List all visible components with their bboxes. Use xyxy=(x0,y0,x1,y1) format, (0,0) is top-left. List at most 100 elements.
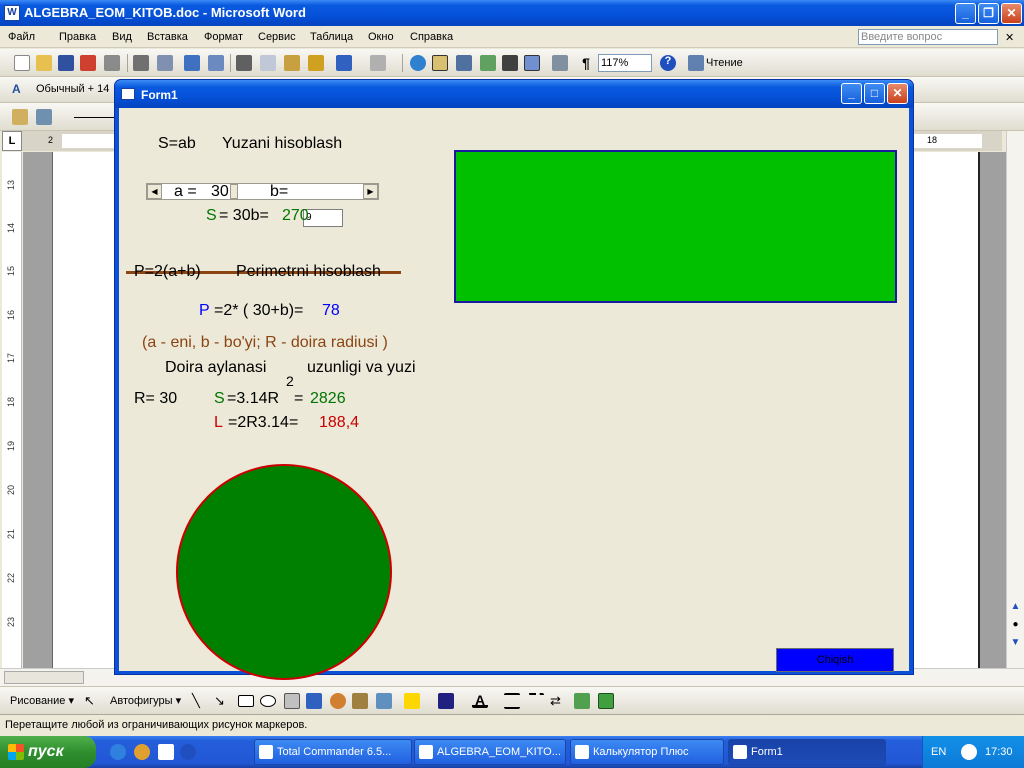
cut-icon[interactable] xyxy=(236,55,252,71)
task-total-commander[interactable]: Total Commander 6.5... xyxy=(254,739,412,765)
scroll-left-icon[interactable]: ◀ xyxy=(147,184,162,199)
task-word[interactable]: ALGEBRA_EOM_KITO... xyxy=(414,739,566,765)
media-icon[interactable] xyxy=(180,744,196,760)
task-form1[interactable]: Form1 xyxy=(728,739,886,765)
tab-selector[interactable]: L xyxy=(2,131,22,151)
styles-icon[interactable]: A xyxy=(12,82,28,98)
autoshapes-menu-button[interactable]: Автофигуры ▾ xyxy=(110,694,181,707)
diagram-icon[interactable] xyxy=(330,693,346,709)
reading-label[interactable]: Чтение xyxy=(706,57,743,69)
word-restore-button[interactable]: ❐ xyxy=(978,3,999,24)
menu-insert[interactable]: Вставка xyxy=(147,31,188,43)
insert-excel-icon[interactable] xyxy=(480,55,496,71)
copy-icon[interactable] xyxy=(260,55,276,71)
document-map-icon[interactable] xyxy=(552,55,568,71)
menu-edit[interactable]: Правка xyxy=(59,31,96,43)
menu-table[interactable]: Таблица xyxy=(310,31,353,43)
language-indicator[interactable]: EN xyxy=(931,746,946,758)
dash-style-icon[interactable] xyxy=(528,693,544,709)
browse-object-icon[interactable]: ● xyxy=(1009,619,1022,633)
start-button[interactable]: пуск xyxy=(0,736,96,768)
review-icon[interactable] xyxy=(36,109,52,125)
line-style-preview[interactable] xyxy=(74,117,114,118)
research-icon[interactable] xyxy=(208,55,224,71)
reading-icon[interactable] xyxy=(688,55,704,71)
l-expression: =2R3.14= xyxy=(228,414,299,431)
style-combo[interactable]: Обычный + 14 xyxy=(36,83,109,95)
view-buttons[interactable] xyxy=(4,671,84,684)
help-icon[interactable]: ? xyxy=(660,55,676,71)
tray-icon[interactable] xyxy=(961,744,977,760)
ie-icon[interactable] xyxy=(110,744,126,760)
print-preview-icon[interactable] xyxy=(157,55,173,71)
format-painter-icon[interactable] xyxy=(308,55,324,71)
menu-tools[interactable]: Сервис xyxy=(258,31,296,43)
new-document-icon[interactable] xyxy=(14,55,30,71)
taskbar: пуск Total Commander 6.5... ALGEBRA_EOM_… xyxy=(0,736,1024,768)
form1-close-button[interactable]: ✕ xyxy=(887,83,908,104)
oval-icon[interactable] xyxy=(260,695,276,707)
form1-minimize-button[interactable]: _ xyxy=(841,83,862,104)
scroll-right-icon[interactable]: ▶ xyxy=(363,184,378,199)
menu-close-icon[interactable]: ✕ xyxy=(1005,31,1014,44)
redo-icon[interactable] xyxy=(370,55,386,71)
task-label: Form1 xyxy=(751,746,783,758)
textbox-icon[interactable] xyxy=(284,693,300,709)
picture-icon[interactable] xyxy=(376,693,392,709)
menu-file[interactable]: Файл xyxy=(8,31,35,43)
paste-icon[interactable] xyxy=(284,55,300,71)
print-icon[interactable] xyxy=(133,55,149,71)
drawing-menu-button[interactable]: Рисование ▾ xyxy=(10,694,74,707)
menu-format[interactable]: Формат xyxy=(204,31,243,43)
clock[interactable]: 17:30 xyxy=(985,746,1013,758)
shadow-icon[interactable] xyxy=(574,693,590,709)
b-input[interactable]: 9 xyxy=(303,209,343,227)
prev-page-icon[interactable]: ▲ xyxy=(1009,601,1022,615)
menu-window[interactable]: Окно xyxy=(368,31,394,43)
zoom-combo[interactable]: 117% xyxy=(598,54,652,72)
insert-table-icon[interactable] xyxy=(456,55,472,71)
ask-question-input[interactable]: Введите вопрос xyxy=(858,29,998,45)
arrow-icon[interactable]: ↘ xyxy=(214,693,230,709)
vertical-scrollbar[interactable]: ▲ ● ▼ xyxy=(1006,131,1024,668)
task-calculator[interactable]: Калькулятор Плюс xyxy=(570,739,724,765)
font-color-icon[interactable]: A xyxy=(472,692,488,708)
permission-icon[interactable] xyxy=(80,55,96,71)
line-style-icon[interactable] xyxy=(504,693,520,709)
form1-title-bar[interactable]: Form1 _ □ ✕ xyxy=(115,80,913,108)
word-quick-icon[interactable] xyxy=(158,744,174,760)
word-close-button[interactable]: ✕ xyxy=(1001,3,1022,24)
save-icon[interactable] xyxy=(58,55,74,71)
show-formatting-icon[interactable]: ¶ xyxy=(578,55,594,71)
edit-icon[interactable] xyxy=(12,109,28,125)
wordart-icon[interactable] xyxy=(306,693,322,709)
line-color-icon[interactable] xyxy=(438,693,454,709)
spelling-icon[interactable] xyxy=(184,55,200,71)
arrow-style-icon[interactable]: ⇄ xyxy=(550,693,566,709)
undo-icon[interactable] xyxy=(336,55,352,71)
rectangle-icon[interactable] xyxy=(238,695,254,707)
browser-icon[interactable] xyxy=(134,744,150,760)
menu-view[interactable]: Вид xyxy=(112,31,132,43)
email-icon[interactable] xyxy=(104,55,120,71)
select-pointer-icon[interactable]: ↖ xyxy=(84,693,100,709)
word-app-icon[interactable]: W xyxy=(4,5,20,21)
exit-button[interactable]: Chiqish xyxy=(776,648,894,672)
form1-app-icon[interactable] xyxy=(121,88,135,100)
columns-icon[interactable] xyxy=(502,55,518,71)
3d-icon[interactable] xyxy=(598,693,614,709)
vertical-ruler[interactable]: 13 14 15 16 17 18 19 20 21 22 23 xyxy=(2,152,22,668)
menu-help[interactable]: Справка xyxy=(410,31,453,43)
line-icon[interactable]: ╲ xyxy=(192,693,208,709)
drawing-menu-label: Рисование xyxy=(10,695,66,707)
hyperlink-icon[interactable] xyxy=(410,55,426,71)
tables-borders-icon[interactable] xyxy=(432,55,448,71)
form1-maximize-button[interactable]: □ xyxy=(864,83,885,104)
fill-color-icon[interactable] xyxy=(404,693,420,709)
next-page-icon[interactable]: ▼ xyxy=(1009,637,1022,651)
drawing-icon[interactable] xyxy=(524,55,540,71)
open-folder-icon[interactable] xyxy=(36,55,52,71)
word-minimize-button[interactable]: _ xyxy=(955,3,976,24)
clipart-icon[interactable] xyxy=(352,693,368,709)
scroll-thumb[interactable] xyxy=(230,184,238,199)
